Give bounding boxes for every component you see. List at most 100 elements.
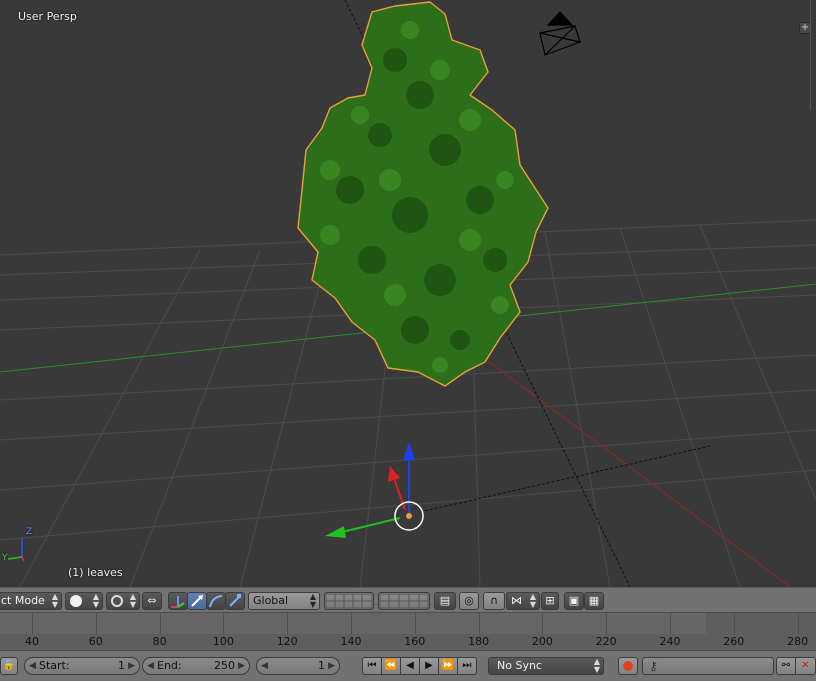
start-label: Start:	[39, 659, 70, 672]
manipulator-toggle-button[interactable]: ⇔	[142, 592, 162, 610]
transform-gizmo[interactable]	[325, 442, 424, 538]
updown-icon: ▲ ▼	[593, 657, 600, 674]
ruler-tick-label: 80	[152, 635, 167, 648]
active-object-label: (1) leaves	[68, 566, 123, 579]
translate-arrow-icon	[191, 595, 203, 607]
transform-orientation-selector[interactable]: Global ▲ ▼	[248, 592, 320, 610]
ruler-tick	[478, 613, 480, 634]
layers-block-1[interactable]	[324, 592, 374, 610]
lock-camera-layers-button[interactable]: ▤	[434, 592, 456, 610]
updown-icon: ▲ ▼	[129, 592, 136, 609]
clapper-icon: ▦	[588, 594, 600, 607]
lock-icon: 🔒	[2, 660, 16, 671]
ruler-tick	[287, 613, 289, 634]
insert-keyframe-button[interactable]: ⚯	[776, 657, 796, 675]
ruler-tick-label: 260	[723, 635, 745, 648]
delete-keyframe-button[interactable]: ✕	[795, 657, 816, 675]
grid-icon: ⊞	[545, 594, 555, 607]
keying-set-field[interactable]: ⚷	[642, 657, 774, 675]
snap-target-button[interactable]: ⊞	[541, 592, 559, 610]
jump-start-icon: ⏮	[367, 660, 377, 671]
axis-indicator	[7, 537, 25, 562]
proportional-circle-icon: ◎	[464, 594, 474, 607]
layer-grid-icon	[325, 593, 373, 609]
end-value: 250	[214, 659, 235, 672]
ruler-tick	[670, 613, 671, 634]
lock-icon-button[interactable]: 🔒	[0, 657, 18, 675]
jump-to-keyframe-next-button[interactable]: ⏩	[438, 657, 458, 675]
ruler-tick-label: 160	[404, 635, 426, 648]
updown-icon: ▲ ▼	[92, 592, 99, 609]
start-frame-field[interactable]: ◀ Start: 1 ▶	[24, 657, 140, 675]
ruler-tick-label: 40	[25, 635, 39, 648]
pivot-point-selector[interactable]: ▲ ▼	[106, 592, 140, 610]
ruler-tick-label: 60	[88, 635, 103, 648]
jump-to-keyframe-prev-button[interactable]: ⏪	[381, 657, 401, 675]
ruler-tick-label: 180	[468, 635, 490, 648]
ruler-tick	[797, 613, 799, 634]
auto-keying-button[interactable]	[618, 657, 638, 675]
ruler-tick-label: 220	[595, 635, 617, 648]
ruler-tick	[733, 613, 735, 634]
ruler-tick	[542, 613, 544, 634]
ruler-tick-label: 100	[212, 635, 234, 648]
mode-label: ct Mode	[1, 594, 45, 607]
jump-to-end-button[interactable]: ⏭	[457, 657, 477, 675]
current-frame-field[interactable]: ◀ 1 ▶	[256, 657, 340, 675]
decrement-icon: ◀	[147, 661, 154, 671]
play-icon: ▶	[425, 660, 433, 671]
axis-y-label: Y	[2, 553, 8, 563]
sync-mode-selector[interactable]: No Sync ▲ ▼	[488, 657, 604, 675]
ruler-tick-label: 120	[276, 635, 298, 648]
translate-manipulator-button[interactable]	[187, 592, 207, 610]
play-button[interactable]: ▶	[419, 657, 439, 675]
layers-icon: ▤	[439, 594, 451, 607]
3d-view-header: ct Mode ▲ ▼ ▲ ▼ ▲ ▼ ⇔ Global ▲ ▼ ▤ ◎ ∩ ⋈ ▲ ▼ …	[0, 587, 816, 613]
jump-to-start-button[interactable]: ⏮	[362, 657, 382, 675]
rotate-arc-icon	[209, 595, 223, 608]
layers-block-2[interactable]	[378, 592, 430, 610]
render-opengl-button[interactable]: ▣	[564, 592, 584, 610]
increment-icon: ▶	[128, 661, 135, 671]
snap-toggle-button[interactable]: ∩	[483, 592, 505, 610]
updown-icon: ▲ ▼	[529, 592, 536, 609]
snap-element-selector[interactable]: ⋈ ▲ ▼	[506, 592, 540, 610]
ruler-tick-label: 200	[531, 635, 553, 648]
ruler-tick	[606, 613, 608, 634]
decrement-icon: ◀	[29, 661, 36, 671]
ruler-tick-label: 140	[340, 635, 362, 648]
prev-keyframe-icon: ⏪	[384, 660, 398, 671]
camera-icon: ▣	[568, 594, 580, 607]
render-animation-button[interactable]: ▦	[584, 592, 604, 610]
scale-manipulator-button[interactable]	[225, 592, 245, 610]
camera-object	[539, 11, 581, 56]
record-icon	[623, 661, 633, 671]
mode-selector[interactable]: ct Mode ▲ ▼	[0, 592, 62, 610]
timeline-frame-labels[interactable]: 40 60 80 100 120 140 160 180 200 220 240 260 280	[0, 634, 816, 650]
pivot-icon	[111, 595, 123, 607]
proportional-edit-button[interactable]: ◎	[459, 592, 479, 610]
timeline-ruler[interactable]	[0, 613, 816, 634]
orientation-label: Global	[253, 594, 289, 607]
manipulator-mode-button[interactable]	[168, 592, 188, 610]
viewport-scene	[0, 0, 816, 587]
scale-icon	[229, 594, 241, 607]
key-icon: ⚷	[649, 659, 658, 673]
rotate-manipulator-button[interactable]	[206, 592, 226, 610]
keyframe-insert-icon: ⚯	[781, 660, 791, 671]
tree-foliage	[297, 1, 549, 387]
decrement-icon: ◀	[261, 661, 268, 671]
ruler-tick	[159, 613, 161, 634]
play-reverse-button[interactable]: ◀	[400, 657, 420, 675]
next-keyframe-icon: ⏩	[441, 660, 455, 671]
play-reverse-icon: ◀	[406, 660, 414, 671]
end-frame-field[interactable]: ◀ End: 250 ▶	[142, 657, 250, 675]
end-label: End:	[157, 659, 182, 672]
3d-viewport[interactable]: User Persp (1) leaves Z Y +	[0, 0, 816, 587]
ruler-tick-label: 280	[787, 635, 809, 648]
properties-region-edge[interactable]	[810, 0, 816, 110]
viewport-shading-selector[interactable]: ▲ ▼	[65, 592, 103, 610]
start-value: 1	[118, 659, 125, 672]
ruler-tick	[351, 613, 352, 634]
ruler-tick	[223, 613, 225, 634]
